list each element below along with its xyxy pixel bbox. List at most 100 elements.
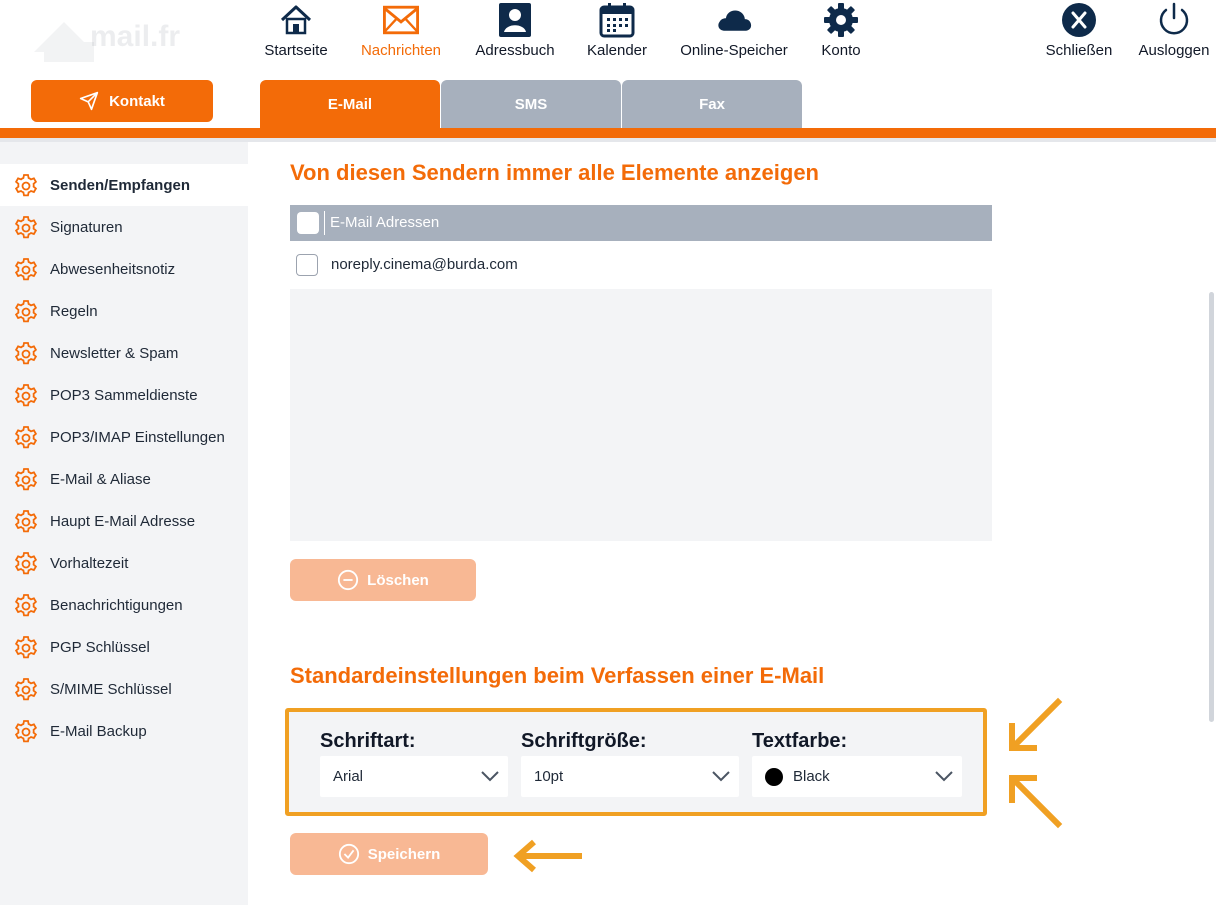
compose-defaults-box: Schriftart: Arial Schriftgröße: 10pt Tex… [285,708,987,816]
gear-icon [14,636,38,659]
sidebar-item[interactable]: Benachrichtigungen [0,584,248,626]
chevron-down-icon [481,771,499,782]
sidebar-item-label: E-Mail & Aliase [50,470,151,488]
sidebar-item-label: Haupt E-Mail Adresse [50,512,196,530]
gear-icon [14,174,38,197]
row-checkbox[interactable] [296,254,318,276]
nav-kalender[interactable]: Kalender [582,0,652,64]
email-column-header: E-Mail Adressen [330,214,440,231]
brand-area: mail.fr Kontakt [0,0,248,128]
save-button[interactable]: Speichern [290,833,488,875]
nav-konto-label: Konto [821,42,861,59]
sidebar-item-label: Signaturen [50,218,123,236]
nav-konto[interactable]: Konto [811,0,871,64]
delete-button[interactable]: Löschen [290,559,476,601]
sidebar-item-label: E-Mail Backup [50,722,147,740]
save-button-label: Speichern [367,845,441,863]
sidebar-item[interactable]: Abwesenheitsnotiz [0,248,248,290]
nav-startseite-label: Startseite [264,42,328,59]
settings-sidebar: Senden/Empfangen Signaturen Abwesenheitsno… [0,142,248,905]
tab-sms[interactable]: SMS [441,80,621,128]
senders-section-title: Von diesen Sendern immer alle Elemente a… [290,160,819,185]
envelope-icon [383,2,419,38]
cloud-icon [716,2,752,38]
nav-adressbuch[interactable]: Adressbuch [470,0,560,64]
sidebar-item-label: Senden/Empfangen [50,176,191,194]
close-button[interactable]: Schließen [1040,0,1118,64]
gear-icon [14,468,38,491]
sidebar-item-label: Benachrichtigungen [50,596,183,614]
gear-icon [14,342,38,365]
nav-nachrichten[interactable]: Nachrichten [354,0,448,64]
gear-icon [14,384,38,407]
save-annotation-arrow-icon [513,839,582,873]
delete-button-label: Löschen [367,571,429,589]
size-select[interactable]: 10pt [521,756,739,797]
nav-startseite[interactable]: Startseite [260,0,332,64]
accent-divider [0,128,1216,138]
home-icon [278,2,314,38]
sidebar-item[interactable]: PGP Schlüssel [0,626,248,668]
sidebar-item-label: POP3 Sammeldienste [50,386,198,404]
contact-button-label: Kontakt [109,92,165,110]
font-select-value: Arial [333,768,364,785]
chevron-down-icon [712,771,730,782]
sidebar-item-label: S/MIME Schlüssel [50,680,172,698]
sidebar-item-label: Abwesenheitsnotiz [50,260,176,278]
tab-email[interactable]: E-Mail [260,80,440,128]
gear-icon [14,678,38,701]
sidebar-item[interactable]: Regeln [0,290,248,332]
sidebar-item-label: PGP Schlüssel [50,638,150,656]
gear-icon [14,720,38,743]
sidebar-item-label: POP3/IMAP Einstellungen [50,428,225,446]
chevron-down-icon [935,771,953,782]
sidebar-item[interactable]: POP3 Sammeldienste [0,374,248,416]
gear-icon [14,594,38,617]
logout-button[interactable]: Ausloggen [1134,0,1214,64]
contact-button[interactable]: Kontakt [31,80,213,122]
sidebar-item[interactable]: E-Mail Backup [0,710,248,752]
nav-adressbuch-label: Adressbuch [475,42,555,59]
minus-circle-icon [338,569,359,591]
compose-defaults-title: Standardeinstellungen beim Verfassen ein… [290,663,825,688]
brand-logo-text: mail.fr [90,20,181,53]
sidebar-item[interactable]: POP3/IMAP Einstellungen [0,416,248,458]
font-label: Schriftart: [320,730,416,752]
sidebar-item[interactable]: Senden/Empfangen [0,164,248,206]
gear-icon [823,2,859,38]
power-icon [1156,2,1192,38]
logout-button-label: Ausloggen [1138,42,1210,59]
close-icon [1061,2,1097,38]
scrollbar-thumb[interactable] [1209,292,1214,722]
color-swatch [765,768,783,786]
gear-icon [14,300,38,323]
tab-fax[interactable]: Fax [622,80,802,128]
check-circle-icon [338,843,359,865]
sidebar-item[interactable]: Vorhaltezeit [0,542,248,584]
nav-kalender-label: Kalender [586,42,648,59]
top-bar: mail.fr Kontakt Startseite Nachrichten A… [0,0,1216,128]
table-row[interactable]: noreply.cinema@burda.com [290,243,992,287]
select-all-checkbox[interactable] [297,212,319,234]
send-icon [79,91,99,111]
size-label: Schriftgröße: [521,730,647,752]
nav-online-speicher[interactable]: Online-Speicher [673,0,795,64]
senders-table-header: E-Mail Adressen [290,205,992,241]
gear-icon [14,426,38,449]
nav-nachrichten-label: Nachrichten [360,42,442,59]
nav-online-speicher-label: Online-Speicher [680,42,788,59]
color-select[interactable]: Black [752,756,962,797]
addressbook-icon [497,2,533,38]
sidebar-item[interactable]: E-Mail & Aliase [0,458,248,500]
gear-icon [14,552,38,575]
font-select[interactable]: Arial [320,756,508,797]
sidebar-item[interactable]: S/MIME Schlüssel [0,668,248,710]
row-email: noreply.cinema@burda.com [331,256,518,273]
sidebar-item[interactable]: Newsletter & Spam [0,332,248,374]
sidebar-item[interactable]: Signaturen [0,206,248,248]
sidebar-item[interactable]: Haupt E-Mail Adresse [0,500,248,542]
scrollbar[interactable] [1208,142,1216,905]
sidebar-item-label: Newsletter & Spam [50,344,179,362]
annotation-arrows-icon [1009,697,1063,829]
close-button-label: Schließen [1045,42,1113,59]
